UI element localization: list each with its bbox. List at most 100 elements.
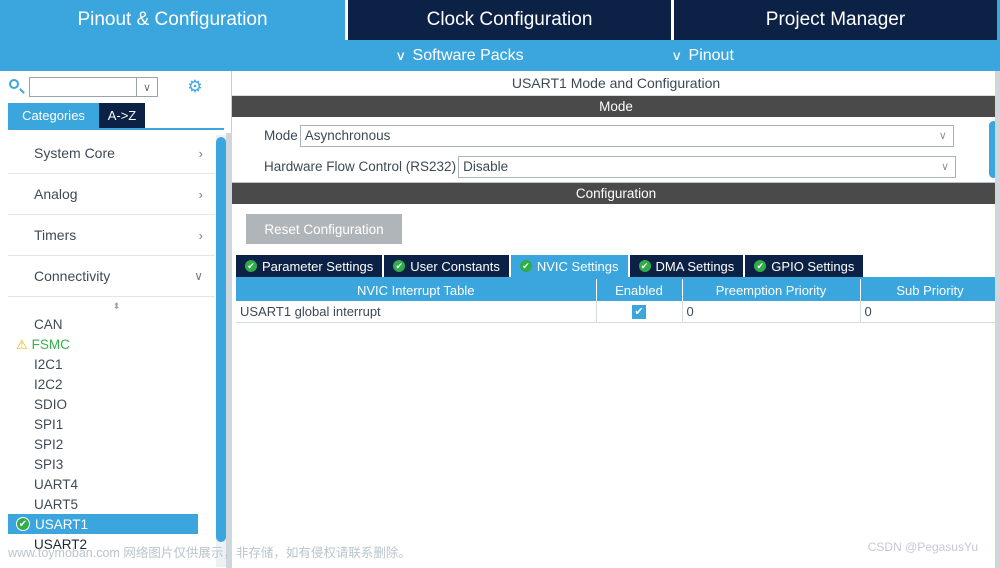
sidebar-category-label: Analog bbox=[34, 186, 78, 202]
sidebar-item-label: SPI1 bbox=[34, 416, 64, 432]
tab-user-constants-label: User Constants bbox=[410, 258, 500, 274]
tab-dma-settings[interactable]: ✔ DMA Settings bbox=[629, 255, 746, 277]
sidebar-scrollbar-thumb[interactable] bbox=[216, 137, 226, 542]
sidebar-item-uart5[interactable]: UART5 bbox=[8, 494, 215, 514]
tab-a-to-z[interactable]: A->Z bbox=[99, 103, 145, 128]
configuration-section-header: Configuration bbox=[232, 183, 1000, 204]
mode-section-header: Mode bbox=[232, 96, 1000, 117]
watermark-left: www.toymoban.com 网络图片仅供展示，非存储，如有侵权请联系删除。 bbox=[8, 546, 411, 560]
cell-enabled[interactable]: ✔ bbox=[596, 301, 683, 323]
sidebar-item-spi3[interactable]: SPI3 bbox=[8, 454, 215, 474]
sidebar-scrollbar[interactable] bbox=[216, 135, 226, 567]
tab-clock-configuration-label: Clock Configuration bbox=[426, 9, 593, 30]
tab-project-manager-label: Project Manager bbox=[765, 9, 906, 30]
column-header-preemption-priority[interactable]: Preemption Priority bbox=[682, 279, 861, 301]
search-input[interactable] bbox=[29, 77, 137, 97]
tab-gpio-settings-label: GPIO Settings bbox=[771, 258, 855, 274]
chevron-down-icon: ∨ bbox=[941, 161, 950, 173]
tab-nvic-settings[interactable]: ✔ NVIC Settings bbox=[510, 255, 630, 277]
sidebar-category-label: System Core bbox=[34, 145, 115, 161]
sidebar-category-connectivity[interactable]: Connectivity ∨ bbox=[8, 256, 215, 297]
chevron-down-icon: ∨ bbox=[671, 48, 683, 63]
menu-software-packs-label: Software Packs bbox=[412, 46, 524, 64]
watermark-right: CSDN @PegasusYu bbox=[867, 540, 978, 554]
gear-glyph: ⚙ bbox=[187, 77, 203, 96]
sidebar-item-i2c2[interactable]: I2C2 bbox=[8, 374, 215, 394]
sidebar-item-usart1[interactable]: ✔ USART1 bbox=[8, 514, 198, 534]
sidebar-search-row: ∨ ⚙ bbox=[0, 71, 231, 103]
configuration-panel: USART1 Mode and Configuration Mode Mode … bbox=[232, 71, 1000, 568]
sidebar: ∨ ⚙ Categories A->Z System Core › Analog… bbox=[0, 71, 232, 568]
check-circle-icon: ✔ bbox=[638, 260, 651, 272]
hardware-flow-control-label: Hardware Flow Control (RS232) bbox=[264, 159, 457, 174]
menu-pinout[interactable]: ∨ Pinout bbox=[671, 46, 734, 65]
tab-project-manager[interactable]: Project Manager bbox=[671, 0, 997, 40]
reset-configuration-button[interactable]: Reset Configuration bbox=[246, 214, 402, 244]
check-circle-icon: ✔ bbox=[245, 260, 257, 272]
sidebar-item-label: SPI3 bbox=[34, 456, 64, 472]
chevron-down-icon: ∨ bbox=[194, 269, 203, 283]
spinner-icon: ⬍ bbox=[112, 300, 121, 311]
sidebar-item-uart4[interactable]: UART4 bbox=[8, 474, 215, 494]
sidebar-item-spi1[interactable]: SPI1 bbox=[8, 414, 215, 434]
warning-icon: ⚠ bbox=[16, 336, 28, 352]
chevron-right-icon: › bbox=[198, 227, 203, 243]
hardware-flow-control-select[interactable]: Disable ∨ bbox=[458, 155, 957, 178]
sidebar-item-can[interactable]: CAN bbox=[8, 314, 215, 334]
panel-scrollbar[interactable] bbox=[995, 71, 1000, 568]
column-header-sub-priority[interactable]: Sub Priority bbox=[860, 279, 1000, 301]
sidebar-item-label: UART4 bbox=[34, 476, 79, 492]
sidebar-item-sdio[interactable]: SDIO bbox=[8, 394, 215, 414]
tab-a-to-z-label: A->Z bbox=[107, 108, 137, 123]
sidebar-category-analog[interactable]: Analog › bbox=[8, 174, 215, 215]
sidebar-tree-inner: System Core › Analog › Timers › Connecti… bbox=[0, 133, 215, 554]
sidebar-tree: System Core › Analog › Timers › Connecti… bbox=[0, 133, 232, 568]
sidebar-item-label: FSMC bbox=[31, 336, 70, 352]
table-header-row: NVIC Interrupt Table Enabled Preemption … bbox=[236, 279, 1000, 301]
tab-pinout-configuration[interactable]: Pinout & Configuration bbox=[0, 0, 345, 40]
check-circle-icon: ✔ bbox=[754, 260, 767, 272]
main-body: ∨ ⚙ Categories A->Z System Core › Analog… bbox=[0, 71, 1000, 568]
mode-field-row: Mode Asynchronous ∨ bbox=[232, 123, 1000, 148]
menu-software-packs[interactable]: ∨ Software Packs bbox=[395, 46, 524, 65]
sidebar-item-fsmc[interactable]: ⚠ FSMC bbox=[8, 334, 215, 354]
column-header-nvic-interrupt-table[interactable]: NVIC Interrupt Table bbox=[236, 279, 597, 301]
main-tab-bar: Pinout & Configuration Clock Configurati… bbox=[0, 0, 1000, 40]
tab-user-constants[interactable]: ✔ User Constants bbox=[384, 255, 511, 277]
cell-interrupt-name: USART1 global interrupt bbox=[236, 301, 597, 323]
mode-select[interactable]: Asynchronous ∨ bbox=[299, 124, 954, 147]
enabled-checkbox[interactable]: ✔ bbox=[632, 305, 646, 320]
mode-section: Mode Asynchronous ∨ Hardware Flow Contro… bbox=[232, 117, 1000, 183]
tab-categories[interactable]: Categories bbox=[8, 103, 99, 128]
chevron-right-icon: › bbox=[198, 186, 203, 202]
cell-sub-priority[interactable]: 0 bbox=[860, 301, 1000, 323]
reset-button-wrap: Reset Configuration bbox=[232, 204, 1000, 244]
sidebar-item-i2c1[interactable]: I2C1 bbox=[8, 354, 215, 374]
sidebar-item-label: SDIO bbox=[34, 396, 68, 412]
check-circle-icon: ✔ bbox=[393, 260, 406, 272]
menu-pinout-label: Pinout bbox=[688, 46, 734, 64]
tab-categories-label: Categories bbox=[22, 108, 85, 123]
hardware-flow-control-field-row: Hardware Flow Control (RS232) Disable ∨ bbox=[232, 154, 1000, 179]
peripheral-list-spinner[interactable]: ⬍ bbox=[8, 297, 215, 314]
sidebar-category-system-core[interactable]: System Core › bbox=[8, 133, 215, 174]
tab-pinout-configuration-label: Pinout & Configuration bbox=[77, 9, 268, 30]
check-circle-icon: ✔ bbox=[16, 517, 30, 531]
chevron-right-icon: › bbox=[198, 145, 203, 161]
cell-preemption-priority[interactable]: 0 bbox=[682, 301, 861, 323]
table-row[interactable]: USART1 global interrupt ✔ 0 0 bbox=[236, 301, 1000, 323]
tab-gpio-settings[interactable]: ✔ GPIO Settings bbox=[745, 255, 866, 277]
column-header-enabled[interactable]: Enabled bbox=[596, 279, 683, 301]
tab-nvic-settings-label: NVIC Settings bbox=[536, 258, 619, 274]
gear-icon[interactable]: ⚙ bbox=[186, 78, 204, 96]
sidebar-item-spi2[interactable]: SPI2 bbox=[8, 434, 215, 454]
tab-clock-configuration[interactable]: Clock Configuration bbox=[345, 0, 671, 40]
sidebar-category-timers[interactable]: Timers › bbox=[8, 215, 215, 256]
tab-parameter-settings[interactable]: ✔ Parameter Settings bbox=[236, 255, 385, 277]
sidebar-tab-underline bbox=[8, 128, 224, 130]
nvic-interrupt-table: NVIC Interrupt Table Enabled Preemption … bbox=[236, 279, 1000, 323]
page-title: USART1 Mode and Configuration bbox=[232, 71, 1000, 96]
hardware-flow-control-value: Disable bbox=[463, 159, 509, 174]
search-dropdown-button[interactable]: ∨ bbox=[137, 77, 158, 97]
search-icon bbox=[6, 77, 26, 97]
